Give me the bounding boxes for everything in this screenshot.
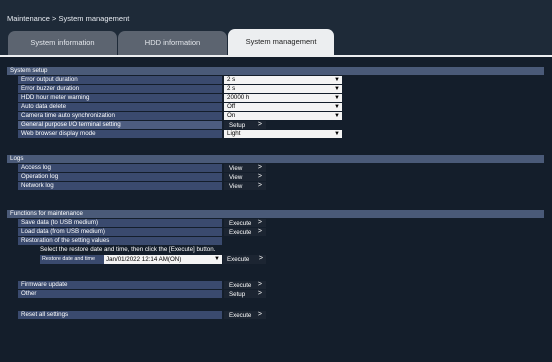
- button-label: Setup: [229, 122, 246, 129]
- chevron-down-icon: ▼: [334, 131, 340, 137]
- row-label-general-purpose-io: General purpose I/O terminal setting: [18, 121, 222, 129]
- chevron-right-icon: >: [257, 228, 262, 235]
- button-label: Execute: [229, 282, 252, 289]
- restore-date-label: Restore date and time: [40, 255, 104, 264]
- row-label-camera-time-auto-sync: Camera time auto synchronization: [18, 112, 222, 120]
- chevron-right-icon: >: [258, 255, 263, 262]
- restore-date-row: Restore date and time Jan/01/2022 12:14 …: [40, 255, 267, 265]
- row-label-firmware-update: Firmware update: [18, 281, 222, 289]
- row-label-error-buzzer-duration: Error buzzer duration: [18, 85, 222, 93]
- chevron-right-icon: >: [257, 173, 262, 180]
- button-label: Setup: [229, 291, 246, 298]
- access-log-view-button[interactable]: View >: [224, 164, 266, 172]
- section-logs: Logs: [7, 155, 544, 163]
- row-label-hdd-hour-meter-warning: HDD hour meter warning: [18, 94, 222, 102]
- select-camera-time-auto-sync[interactable]: On ▼: [224, 112, 342, 120]
- chevron-down-icon: ▼: [334, 113, 340, 119]
- save-data-execute-button[interactable]: Execute >: [224, 219, 266, 227]
- chevron-right-icon: >: [257, 311, 262, 318]
- reset-all-settings-execute-button[interactable]: Execute >: [224, 311, 266, 319]
- button-label: Execute: [229, 229, 252, 236]
- chevron-right-icon: >: [257, 281, 262, 288]
- button-label: Execute: [229, 220, 252, 227]
- select-value: Jan/01/2022 12:14 AM(ON): [106, 256, 182, 263]
- row-label-operation-log: Operation log: [18, 173, 222, 181]
- chevron-down-icon: ▼: [334, 86, 340, 92]
- chevron-right-icon: >: [257, 164, 262, 171]
- restore-instructions: Select the restore date and time, then c…: [40, 246, 216, 253]
- button-label: Execute: [227, 256, 250, 263]
- row-label-auto-data-delete: Auto data delete: [18, 103, 222, 111]
- select-value: Light: [227, 130, 241, 137]
- row-label-network-log: Network log: [18, 182, 222, 190]
- tab-system-management[interactable]: System management: [228, 29, 334, 55]
- select-auto-data-delete[interactable]: Off ▼: [224, 103, 342, 111]
- chevron-right-icon: >: [257, 121, 262, 128]
- title-bar: Maintenance > System management: [0, 0, 552, 24]
- chevron-right-icon: >: [257, 290, 262, 297]
- select-value: 2 s: [227, 85, 236, 92]
- select-error-buzzer-duration[interactable]: 2 s ▼: [224, 85, 342, 93]
- chevron-down-icon: ▼: [334, 104, 340, 110]
- row-label-load-data: Load data (from USB medium): [18, 228, 222, 236]
- row-label-access-log: Access log: [18, 164, 222, 172]
- chevron-right-icon: >: [257, 219, 262, 226]
- button-label: View: [229, 174, 243, 181]
- general-purpose-io-setup-button[interactable]: Setup >: [224, 121, 266, 129]
- network-log-view-button[interactable]: View >: [224, 182, 266, 190]
- row-label-reset-all-settings: Reset all settings: [18, 311, 222, 319]
- firmware-update-execute-button[interactable]: Execute >: [224, 281, 266, 289]
- select-value: Off: [227, 103, 236, 110]
- load-data-execute-button[interactable]: Execute >: [224, 228, 266, 236]
- chevron-down-icon: ▼: [334, 95, 340, 101]
- select-web-browser-display-mode[interactable]: Light ▼: [224, 130, 342, 138]
- tab-hdd-information[interactable]: HDD information: [118, 31, 227, 55]
- row-label-error-output-duration: Error output duration: [18, 76, 222, 84]
- select-value: On: [227, 112, 236, 119]
- row-label-save-data: Save data (to USB medium): [18, 219, 222, 227]
- row-label-other: Other: [18, 290, 222, 298]
- operation-log-view-button[interactable]: View >: [224, 173, 266, 181]
- chevron-right-icon: >: [257, 182, 262, 189]
- chevron-down-icon: ▼: [334, 77, 340, 83]
- select-error-output-duration[interactable]: 2 s ▼: [224, 76, 342, 84]
- section-system-setup: System setup: [7, 67, 544, 75]
- other-setup-button[interactable]: Setup >: [224, 290, 266, 298]
- restore-execute-button[interactable]: Execute >: [223, 255, 266, 264]
- select-value: 20000 h: [227, 94, 250, 101]
- button-label: View: [229, 165, 243, 172]
- button-label: Execute: [229, 312, 252, 319]
- section-functions-for-maintenance: Functions for maintenance: [7, 210, 544, 218]
- restore-date-select[interactable]: Jan/01/2022 12:14 AM(ON) ▼: [104, 255, 222, 264]
- tab-bar: System information HDD information Syste…: [0, 24, 552, 55]
- chevron-down-icon: ▼: [214, 256, 220, 262]
- breadcrumb: Maintenance > System management: [7, 14, 130, 23]
- select-hdd-hour-meter-warning[interactable]: 20000 h ▼: [224, 94, 342, 102]
- select-value: 2 s: [227, 76, 236, 83]
- row-label-restoration: Restoration of the setting values: [18, 237, 222, 245]
- tab-system-information[interactable]: System information: [8, 31, 117, 55]
- button-label: View: [229, 183, 243, 190]
- row-label-web-browser-display-mode: Web browser display mode: [18, 130, 222, 138]
